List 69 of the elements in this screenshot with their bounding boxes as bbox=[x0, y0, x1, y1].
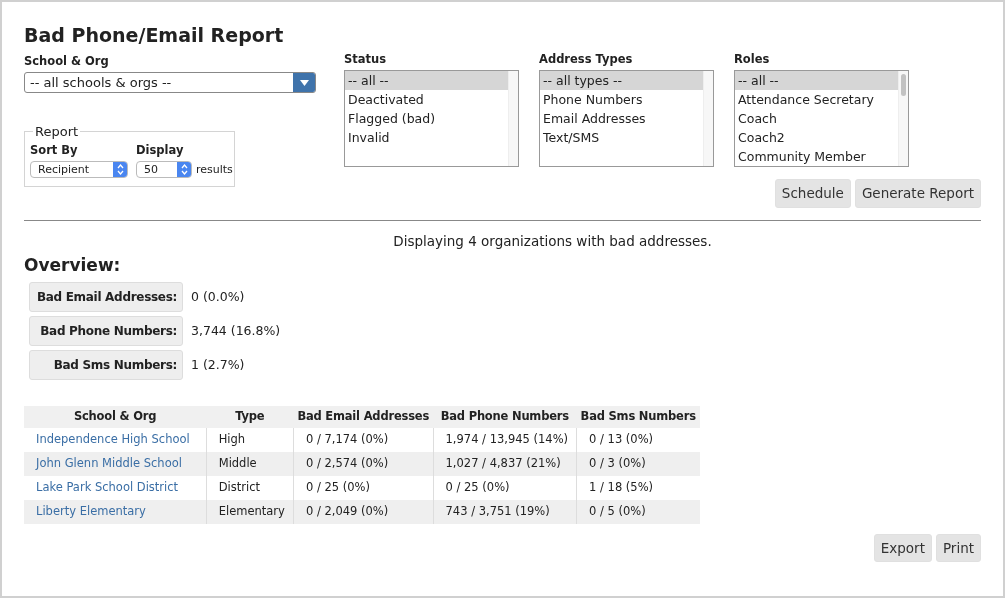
column-header: School & Org bbox=[24, 406, 207, 428]
list-option[interactable]: Deactivated bbox=[345, 90, 508, 110]
field-label: Sort By bbox=[30, 142, 79, 160]
report-title: Bad Phone/Email Report bbox=[24, 24, 285, 47]
list-option[interactable]: Email Addresses bbox=[540, 109, 703, 129]
list-option[interactable]: Phone Numbers bbox=[540, 90, 703, 110]
sort-select[interactable]: Recipient bbox=[30, 161, 128, 179]
table-cell: 1,027 / 4,837 (21%) bbox=[433, 451, 577, 476]
table-cell: 0 / 2,049 (0%) bbox=[293, 499, 434, 524]
summary-text: Displaying 4 organizations with bad addresses. bbox=[392, 231, 713, 251]
up-down-icon bbox=[116, 164, 124, 176]
list-box[interactable]: -- all -- Deactivated Flagged (bad) Invalid bbox=[344, 70, 519, 168]
list-option[interactable]: Coach bbox=[735, 109, 898, 129]
print-button[interactable]: Print bbox=[935, 533, 981, 562]
column-header: Bad Sms Numbers bbox=[576, 406, 700, 428]
table-cell: 1 / 18 (5%) bbox=[576, 475, 700, 500]
table-cell: High bbox=[206, 427, 294, 452]
scrollbar[interactable] bbox=[898, 71, 908, 167]
list-option[interactable]: -- all -- bbox=[345, 71, 508, 91]
display-select[interactable]: 50 bbox=[136, 161, 192, 179]
field-label: Display bbox=[136, 142, 185, 160]
table-cell: 0 / 25 (0%) bbox=[293, 475, 434, 500]
table-cell: 0 / 5 (0%) bbox=[576, 499, 700, 524]
stat-label: Bad Email Addresses: bbox=[29, 282, 183, 313]
table-cell: 0 / 7,174 (0%) bbox=[293, 427, 434, 452]
column-header: Bad Phone Numbers bbox=[433, 406, 577, 428]
column-header: Bad Email Addresses bbox=[293, 406, 434, 428]
suffix-label: results bbox=[196, 161, 233, 178]
table-cell: 0 / 13 (0%) bbox=[576, 427, 700, 452]
stat-value: 3,744 (16.8%) bbox=[191, 321, 281, 340]
export-button[interactable]: Export bbox=[873, 533, 932, 562]
table-cell: Middle bbox=[206, 451, 294, 476]
school-link[interactable]: Lake Park School District bbox=[36, 479, 179, 494]
table-cell: District bbox=[206, 475, 294, 500]
school-link[interactable]: Independence High School bbox=[36, 431, 190, 446]
stat-value: 0 (0.0%) bbox=[191, 287, 245, 306]
field-label: Roles bbox=[734, 51, 771, 68]
table-cell: 743 / 3,751 (19%) bbox=[433, 499, 577, 524]
list-box[interactable]: -- all -- Attendance Secretary Coach Coach2 Community Member bbox=[734, 70, 909, 168]
overview-heading: Overview: bbox=[24, 253, 122, 277]
scrollbar[interactable] bbox=[703, 71, 713, 167]
list-option[interactable]: Flagged (bad) bbox=[345, 109, 508, 129]
table-cell: 0 / 25 (0%) bbox=[433, 475, 577, 500]
up-down-icon bbox=[180, 164, 188, 176]
stat-label: Bad Phone Numbers: bbox=[29, 316, 183, 347]
field-label: Status bbox=[344, 51, 388, 68]
stat-value: 1 (2.7%) bbox=[191, 355, 245, 374]
table-cell: 0 / 3 (0%) bbox=[576, 451, 700, 476]
list-box[interactable]: -- all types -- Phone Numbers Email Addresses Text/SMS bbox=[539, 70, 714, 168]
caret-icon bbox=[299, 79, 309, 86]
list-option[interactable]: Attendance Secretary bbox=[735, 90, 898, 110]
field-label: Address Types bbox=[539, 51, 634, 68]
table-cell: 1,974 / 13,945 (14%) bbox=[433, 427, 577, 452]
scrollbar[interactable] bbox=[508, 71, 518, 167]
list-option[interactable]: -- all types -- bbox=[540, 71, 703, 91]
column-header: Type bbox=[206, 406, 294, 428]
list-option[interactable]: Text/SMS bbox=[540, 128, 703, 148]
school-select[interactable]: -- all schools & orgs -- bbox=[24, 72, 316, 94]
generate-button[interactable]: Generate Report bbox=[854, 179, 981, 208]
stat-label: Bad Sms Numbers: bbox=[29, 350, 183, 381]
list-option[interactable]: Invalid bbox=[345, 128, 508, 148]
list-option[interactable]: -- all -- bbox=[735, 71, 898, 91]
list-option[interactable]: Coach2 bbox=[735, 128, 898, 148]
panel-legend: Report bbox=[33, 125, 81, 139]
schedule-button[interactable]: Schedule bbox=[774, 179, 851, 208]
list-option[interactable]: Community Member bbox=[735, 147, 898, 167]
table-cell: 0 / 2,574 (0%) bbox=[293, 451, 434, 476]
table-cell: Elementary bbox=[206, 499, 294, 524]
field-label: School & Org bbox=[24, 52, 110, 70]
